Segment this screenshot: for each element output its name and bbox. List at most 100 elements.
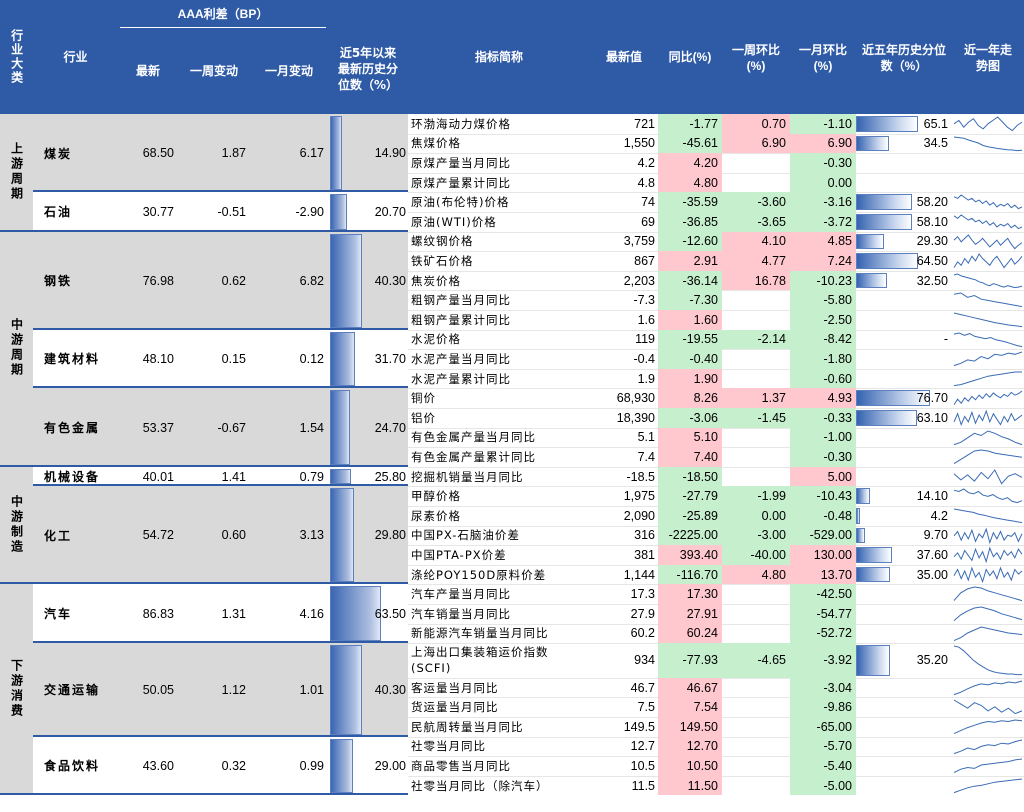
industry-name: 石油 [44, 205, 73, 220]
hist-percentile-value [856, 153, 952, 173]
indicator-yoy: -27.79 [658, 486, 722, 506]
indicator-wow [722, 369, 790, 389]
indicator-name: 螺纹钢价格 [411, 234, 474, 249]
trend-line [953, 449, 1023, 465]
hist-percentile-value [856, 428, 952, 448]
indicator-name: 铜价 [411, 391, 436, 406]
indicator-wow [722, 678, 790, 698]
trend-sparkline [953, 253, 1023, 269]
indicator-name: 有色金属产量当月同比 [411, 430, 536, 445]
hist-percentile-value: 76.70 [916, 391, 948, 406]
indicator-mom: -5.70 [790, 736, 856, 757]
trend-sparkline [953, 332, 1023, 347]
spread-month-change: 0.79 [299, 469, 324, 484]
indicator-name: 民航周转量当月同比 [411, 719, 524, 734]
indicator-mom: -5.40 [790, 756, 856, 776]
indicator-yoy: -116.70 [658, 564, 722, 585]
indicator-yoy: -18.50 [658, 466, 722, 487]
indicator-yoy: 1.60 [658, 310, 722, 330]
indicator-latest-value: 5.1 [637, 430, 655, 445]
indicator-mom: -3.16 [790, 192, 856, 212]
hist-percentile-value [856, 290, 952, 310]
indicator-mom: -3.72 [790, 212, 856, 232]
indicator-mom: -0.60 [790, 368, 856, 389]
indicator-wow [722, 604, 790, 624]
trend-sparkline [953, 233, 1023, 249]
indicator-wow [722, 624, 790, 644]
indicator-wow: 16.78 [722, 270, 790, 291]
indicator-mom: -0.48 [790, 506, 856, 526]
indicator-latest-value: 69 [641, 214, 655, 229]
indicator-mom: 13.70 [790, 564, 856, 585]
indicator-wow [722, 717, 790, 737]
indicator-name: 社零当月同比 [411, 739, 486, 754]
trend-sparkline [953, 136, 1023, 151]
hist-percentile-value [856, 310, 952, 330]
industry-credit-spread-table: 行业大类 行业 AAA利差（BP） 最新 一周变动 一月变动 近5年以来最新历史分位数（%）… [0, 0, 1024, 812]
indicator-wow: 0.70 [722, 114, 790, 134]
indicator-latest-value: 721 [634, 116, 655, 131]
indicator-latest-value: 11.5 [631, 778, 655, 793]
industry-name: 交通运输 [44, 683, 101, 698]
hist-percentile-value [856, 678, 952, 698]
hist-percentile-value: - [943, 332, 948, 347]
indicator-yoy: 2.91 [658, 251, 722, 271]
industry-name: 有色金属 [44, 421, 101, 436]
indicator-latest-value: 381 [634, 547, 655, 562]
indicator-wow [722, 776, 790, 796]
header-indicator: 指标简称 [474, 49, 523, 64]
hist-percentile-value [856, 173, 952, 193]
indicator-mom: -529.00 [790, 525, 856, 546]
header-week-change: 一周变动 [189, 63, 238, 78]
trend-sparkline [953, 586, 1023, 602]
indicator-latest-value: 60.2 [630, 626, 655, 641]
indicator-wow: 4.80 [722, 564, 790, 585]
spread-week-change: -0.67 [217, 420, 247, 435]
hist-percentile-value [856, 349, 952, 369]
indicator-name: 尿素价格 [411, 508, 461, 523]
indicator-wow [722, 737, 790, 757]
spread-week-change: -0.51 [217, 204, 247, 219]
indicator-name: 上海出口集装箱运价指数(SCFI) [411, 645, 549, 676]
category-cell: 中游制造 [0, 466, 33, 585]
percentile-value: 29.00 [374, 758, 406, 773]
indicator-yoy: -1.77 [658, 114, 722, 134]
indicator-yoy: -25.89 [658, 506, 722, 526]
indicator-name: 焦炭价格 [411, 273, 461, 288]
spread-latest: 40.01 [142, 469, 174, 484]
trend-line [953, 273, 1023, 288]
indicator-name: 商品零售当月同比 [411, 758, 511, 773]
header-mom: 一月环比(%) [798, 42, 847, 73]
trend-line [953, 566, 1023, 583]
indicator-yoy: 7.54 [658, 697, 722, 717]
indicator-yoy: 4.80 [658, 172, 722, 193]
percentile-value: 63.50 [374, 606, 406, 621]
hist-percentile-value [856, 584, 952, 604]
spread-latest: 43.60 [142, 758, 174, 773]
trend-sparkline [953, 488, 1023, 504]
indicator-wow: -3.00 [722, 525, 790, 546]
trend-line [953, 680, 1023, 695]
trend-line [953, 253, 1023, 269]
spread-month-change: 4.16 [299, 606, 324, 621]
hist-percentile-value: 58.20 [916, 195, 948, 210]
trend-line [953, 719, 1023, 735]
industry-name: 化工 [44, 528, 73, 543]
trend-sparkline [953, 680, 1023, 695]
indicator-yoy: -3.06 [658, 408, 722, 428]
indicator-latest-value: 1,144 [623, 567, 655, 582]
indicator-wow [722, 756, 790, 776]
indicator-name: 货运量当月同比 [411, 700, 499, 715]
header-percentile-5y: 近5年以来最新历史分位数（%） [337, 45, 399, 93]
indicator-wow [722, 697, 790, 717]
hist-percentile-value: 9.70 [923, 528, 948, 543]
spread-week-change: 1.87 [221, 146, 246, 161]
indicator-latest-value: 316 [634, 528, 655, 543]
indicator-yoy: -7.30 [658, 290, 722, 310]
industry-name: 煤炭 [44, 146, 73, 161]
industry-name: 汽车 [44, 607, 73, 622]
indicator-mom: -42.50 [790, 584, 856, 604]
indicator-mom: -0.30 [790, 447, 856, 467]
trend-sparkline [953, 116, 1023, 132]
spread-latest: 48.10 [142, 351, 174, 366]
